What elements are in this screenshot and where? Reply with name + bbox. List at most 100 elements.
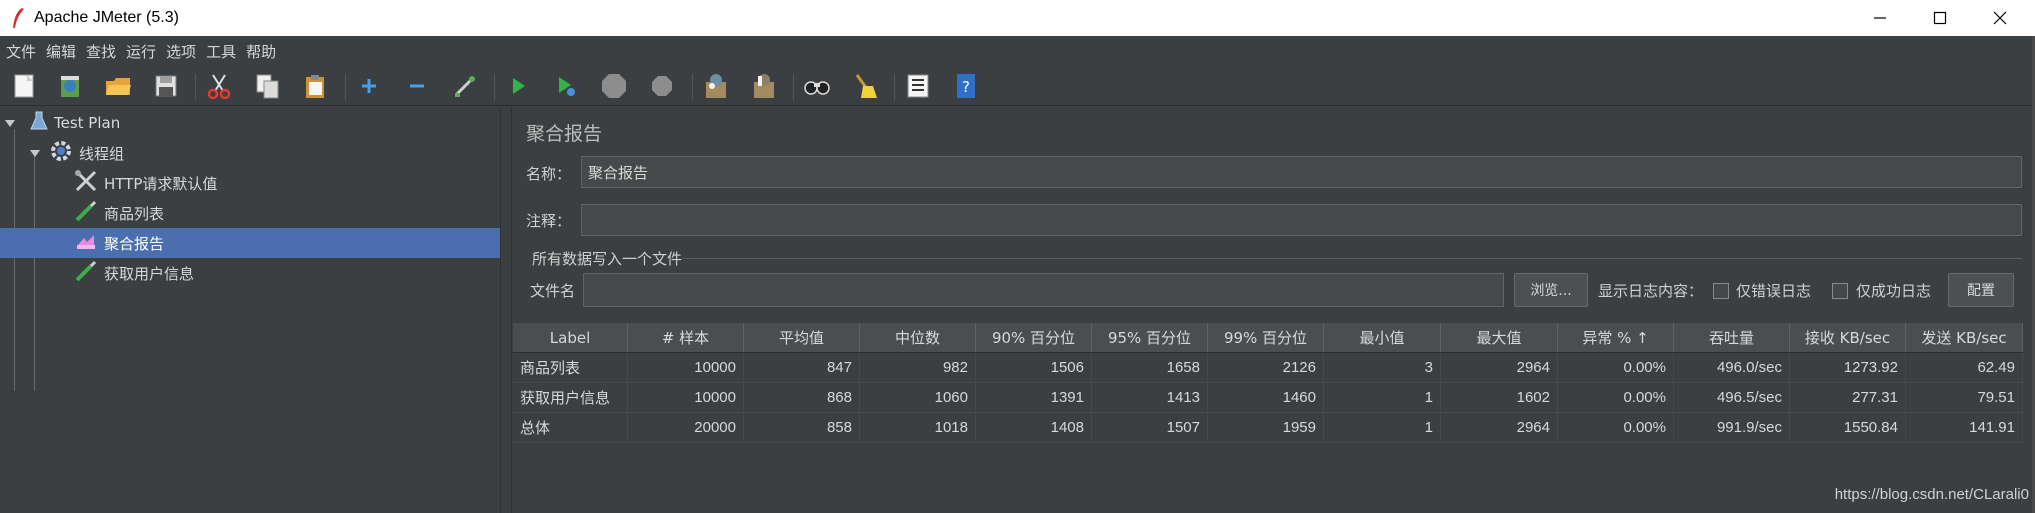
flask-icon bbox=[30, 110, 48, 136]
table-header: Label # 样本 平均值 中位数 90% 百分位 95% 百分位 99% 百… bbox=[513, 323, 2023, 353]
tree-node-product-list[interactable]: 商品列表 bbox=[0, 198, 500, 228]
table-cell: 3 bbox=[1324, 353, 1441, 382]
wrench-icon bbox=[74, 169, 98, 197]
menu-edit[interactable]: 编辑 bbox=[46, 41, 76, 62]
col-95-percentile[interactable]: 95% 百分位 bbox=[1092, 323, 1208, 352]
table-cell: 141.91 bbox=[1906, 413, 2023, 442]
collapse-icon[interactable] bbox=[401, 70, 433, 102]
table-cell: 0.00% bbox=[1558, 383, 1674, 412]
table-cell: 1060 bbox=[860, 383, 976, 412]
table-cell: 2964 bbox=[1441, 353, 1558, 382]
clear-icon[interactable] bbox=[700, 70, 732, 102]
col-error-percent[interactable]: 异常 % ↑ bbox=[1558, 323, 1674, 352]
table-cell: 20000 bbox=[628, 413, 744, 442]
errors-only-checkbox[interactable] bbox=[1713, 283, 1729, 299]
save-icon[interactable] bbox=[150, 70, 182, 102]
templates-icon[interactable] bbox=[54, 70, 86, 102]
tree-node-label: 聚合报告 bbox=[104, 234, 165, 253]
table-cell: 1460 bbox=[1208, 383, 1324, 412]
table-cell: 1959 bbox=[1208, 413, 1324, 442]
menu-help[interactable]: 帮助 bbox=[246, 41, 276, 62]
menu-run[interactable]: 运行 bbox=[126, 41, 156, 62]
aggregate-report-panel: 聚合报告 名称： 聚合报告 注释： 所有数据写入一个文件 文件名 浏览... 显… bbox=[512, 107, 2035, 513]
table-row[interactable]: 商品列表 10000 847 982 1506 1658 2126 3 2964… bbox=[513, 353, 2023, 383]
expand-icon[interactable] bbox=[353, 70, 385, 102]
open-icon[interactable] bbox=[102, 70, 134, 102]
table-row-total[interactable]: 总体 20000 858 1018 1408 1507 1959 1 2964 … bbox=[513, 413, 2023, 443]
configure-button[interactable]: 配置 bbox=[1948, 273, 2014, 307]
table-cell: 0.00% bbox=[1558, 413, 1674, 442]
tree-node-label: Test Plan bbox=[54, 114, 121, 132]
table-cell: 10000 bbox=[628, 353, 744, 382]
table-row[interactable]: 获取用户信息 10000 868 1060 1391 1413 1460 1 1… bbox=[513, 383, 2023, 413]
browse-button[interactable]: 浏览... bbox=[1514, 273, 1588, 307]
minimize-button[interactable] bbox=[1850, 0, 1910, 36]
table-cell: 1391 bbox=[976, 383, 1092, 412]
pipette-icon bbox=[74, 199, 98, 227]
menu-file[interactable]: 文件 bbox=[6, 41, 36, 62]
tree-node-test-plan[interactable]: Test Plan bbox=[0, 108, 500, 138]
maximize-button[interactable] bbox=[1910, 0, 1970, 36]
new-icon[interactable] bbox=[8, 70, 40, 102]
start-icon[interactable] bbox=[502, 70, 534, 102]
panel-title: 聚合报告 bbox=[526, 123, 603, 145]
success-only-checkbox[interactable] bbox=[1832, 283, 1848, 299]
copy-icon[interactable] bbox=[252, 70, 284, 102]
table-cell: 1 bbox=[1324, 413, 1441, 442]
function-helper-icon[interactable] bbox=[902, 70, 934, 102]
start-no-timers-icon[interactable] bbox=[550, 70, 582, 102]
table-cell: 1507 bbox=[1092, 413, 1208, 442]
errors-only-label: 仅错误日志 bbox=[1736, 282, 1812, 300]
col-90-percentile[interactable]: 90% 百分位 bbox=[976, 323, 1092, 352]
table-cell: 496.5/sec bbox=[1674, 383, 1790, 412]
toggle-icon[interactable] bbox=[449, 70, 481, 102]
table-cell: 获取用户信息 bbox=[513, 383, 628, 412]
col-label[interactable]: Label bbox=[513, 323, 628, 352]
paste-icon[interactable] bbox=[300, 70, 332, 102]
reset-search-icon[interactable] bbox=[849, 70, 881, 102]
table-cell: 1506 bbox=[976, 353, 1092, 382]
table-cell: 1018 bbox=[860, 413, 976, 442]
col-99-percentile[interactable]: 99% 百分位 bbox=[1208, 323, 1324, 352]
filename-field[interactable] bbox=[583, 273, 1504, 307]
col-throughput[interactable]: 吞吐量 bbox=[1674, 323, 1790, 352]
menu-search[interactable]: 查找 bbox=[86, 41, 116, 62]
col-samples[interactable]: # 样本 bbox=[628, 323, 744, 352]
window-title: Apache JMeter (5.3) bbox=[34, 9, 179, 26]
table-cell: 总体 bbox=[513, 413, 628, 442]
table-cell: 1658 bbox=[1092, 353, 1208, 382]
tree-node-http-defaults[interactable]: HTTP请求默认值 bbox=[0, 168, 500, 198]
tree-node-aggregate-report[interactable]: 聚合报告 bbox=[0, 228, 500, 258]
gear-icon bbox=[49, 139, 73, 167]
col-average[interactable]: 平均值 bbox=[744, 323, 860, 352]
cut-icon[interactable] bbox=[203, 70, 235, 102]
table-cell: 982 bbox=[860, 353, 976, 382]
close-window-button[interactable] bbox=[1970, 0, 2030, 36]
tree-node-get-user-info[interactable]: 获取用户信息 bbox=[0, 258, 500, 288]
comment-field[interactable] bbox=[581, 204, 2022, 236]
pipette-icon bbox=[74, 259, 98, 287]
col-sent-kb[interactable]: 发送 KB/sec bbox=[1906, 323, 2023, 352]
col-max[interactable]: 最大值 bbox=[1441, 323, 1558, 352]
shutdown-icon[interactable] bbox=[646, 70, 678, 102]
title-bar: Apache JMeter (5.3) bbox=[0, 0, 2035, 36]
tree-node-label: 线程组 bbox=[79, 144, 125, 163]
stop-icon[interactable] bbox=[598, 70, 630, 102]
table-cell: 10000 bbox=[628, 383, 744, 412]
help-icon[interactable]: ? bbox=[950, 70, 982, 102]
tree-node-thread-group[interactable]: 线程组 bbox=[0, 138, 500, 168]
search-icon[interactable] bbox=[801, 70, 833, 102]
table-cell: 277.31 bbox=[1790, 383, 1906, 412]
write-all-to-file-group: 所有数据写入一个文件 bbox=[532, 250, 683, 268]
col-min[interactable]: 最小值 bbox=[1324, 323, 1441, 352]
panel-splitter[interactable] bbox=[500, 107, 512, 513]
table-cell: 847 bbox=[744, 353, 860, 382]
clear-all-icon[interactable] bbox=[748, 70, 780, 102]
col-median[interactable]: 中位数 bbox=[860, 323, 976, 352]
name-field[interactable]: 聚合报告 bbox=[581, 156, 2022, 188]
toolbar: ? bbox=[0, 66, 2035, 106]
menu-options[interactable]: 选项 bbox=[166, 41, 196, 62]
jmeter-window: Apache JMeter (5.3) 文件 编辑 查找 运行 选项 工具 帮助 bbox=[0, 0, 2035, 513]
menu-tools[interactable]: 工具 bbox=[206, 41, 236, 62]
col-received-kb[interactable]: 接收 KB/sec bbox=[1790, 323, 1906, 352]
